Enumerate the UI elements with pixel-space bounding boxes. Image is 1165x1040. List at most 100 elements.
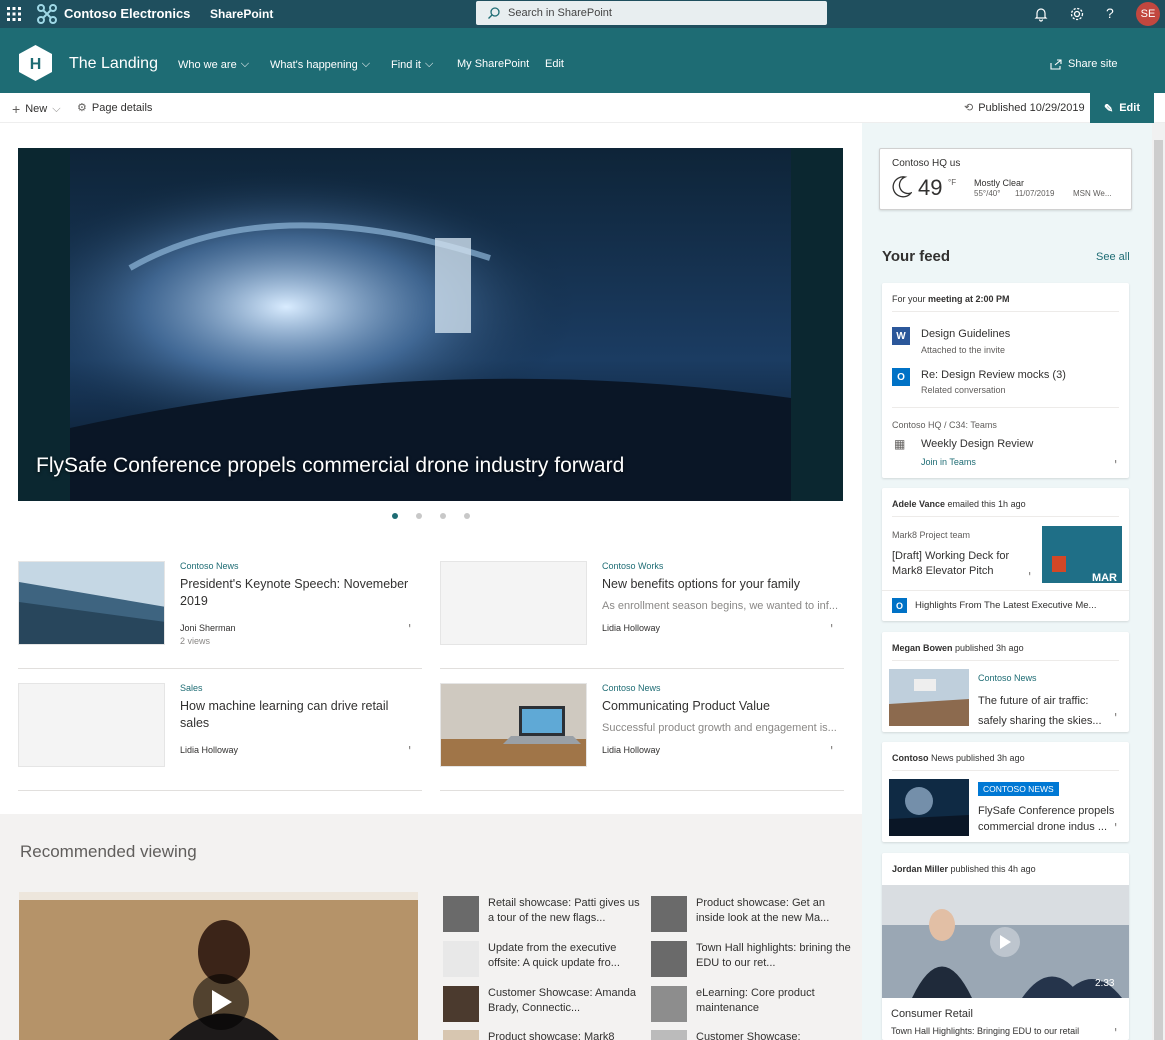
share-site-button[interactable]: Share site [1050, 58, 1118, 70]
recommended-item[interactable]: Town Hall highlights: brining the EDU to… [651, 941, 851, 981]
news-card[interactable]: Contoso News Communicating Product Value… [440, 683, 844, 783]
new-button[interactable]: + New ⌵ [12, 101, 61, 117]
play-icon[interactable] [193, 974, 249, 1030]
feed-actor[interactable]: Contoso [892, 753, 929, 763]
recommended-label[interactable]: Customer Showcase: Amanda Brady, Connect… [488, 986, 643, 1016]
nav-whats-happening[interactable]: What's happening ⌵ [270, 58, 370, 71]
play-icon[interactable] [990, 927, 1020, 957]
feed-email-card[interactable]: Adele Vance emailed this 1h ago Mark8 Pr… [882, 488, 1129, 621]
more-options-icon[interactable]: ... [406, 623, 418, 626]
recommended-label[interactable]: Retail showcase: Patti gives us a tour o… [488, 896, 643, 926]
news-card[interactable]: Contoso Works New benefits options for y… [440, 561, 844, 661]
featured-video[interactable] [19, 892, 418, 1040]
news-author[interactable]: Lidia Holloway [602, 623, 660, 633]
more-options-icon[interactable]: ... [1026, 571, 1038, 574]
help-icon[interactable]: ? [1106, 5, 1122, 21]
page-details-button[interactable]: ⚙ Page details [77, 101, 152, 115]
recommended-item[interactable]: Customer Showcase: Amanda Brady, Connect… [443, 986, 643, 1026]
scrollbar-thumb[interactable] [1154, 140, 1163, 1040]
nav-edit[interactable]: Edit [545, 58, 564, 70]
nav-label: What's happening [270, 58, 358, 71]
app-launcher-icon[interactable] [0, 0, 28, 28]
join-teams-link[interactable]: Join in Teams [921, 457, 976, 467]
search-box[interactable]: Search in SharePoint [476, 1, 827, 25]
recommended-item[interactable]: Product showcase: Mark8 [443, 1030, 643, 1040]
more-options-icon[interactable]: ... [1112, 712, 1124, 715]
video-thumbnail [443, 896, 479, 932]
feed-actor[interactable]: Megan Bowen [892, 643, 953, 653]
news-author[interactable]: Joni Sherman [180, 623, 236, 633]
video-thumbnail[interactable]: 2:33 [882, 885, 1129, 998]
carousel-dot-2[interactable] [416, 513, 422, 519]
news-title[interactable]: The future of air traffic: safely sharin… [978, 691, 1108, 731]
doc-title[interactable]: Design Guidelines [921, 328, 1010, 340]
feed-news-card[interactable]: Megan Bowen published 3h ago Contoso New… [882, 632, 1129, 732]
email-title[interactable]: [Draft] Working Deck for Mark8 Elevator … [892, 549, 1032, 579]
recommended-item[interactable]: Retail showcase: Patti gives us a tour o… [443, 896, 643, 936]
recommended-label[interactable]: Product showcase: Mark8 [488, 1030, 643, 1040]
carousel-dot-3[interactable] [440, 513, 446, 519]
news-category[interactable]: Contoso News [180, 561, 239, 571]
recommended-item[interactable]: eLearning: Core product maintenance [651, 986, 851, 1026]
more-options-icon[interactable]: ... [828, 623, 840, 626]
feed-actor[interactable]: Adele Vance [892, 499, 945, 509]
news-title[interactable]: FlySafe Conference propels commercial dr… [978, 803, 1116, 835]
nav-find-it[interactable]: Find it ⌵ [391, 58, 433, 71]
site-logo-icon[interactable]: H [19, 45, 52, 81]
news-title[interactable]: President's Keynote Speech: Novemeber 20… [180, 576, 418, 610]
recommended-label[interactable]: Customer Showcase: [696, 1030, 851, 1040]
more-options-icon[interactable]: ... [406, 745, 418, 748]
nav-my-sharepoint[interactable]: My SharePoint [457, 58, 529, 70]
news-category[interactable]: Contoso News [978, 673, 1037, 683]
recommended-label[interactable]: Product showcase: Get an inside look at … [696, 896, 851, 926]
recommended-label[interactable]: Town Hall highlights: brining the EDU to… [696, 941, 851, 971]
plus-icon: + [12, 101, 21, 117]
weather-card[interactable]: Contoso HQ us 49 °F Mostly Clear 55°/40°… [879, 148, 1132, 210]
weather-location: Contoso HQ us [892, 158, 961, 169]
more-options-icon[interactable]: ... [1112, 1027, 1124, 1030]
feed-video-card[interactable]: Jordan Miller published this 4h ago 2:33… [882, 853, 1129, 1040]
more-options-icon[interactable]: ... [1112, 822, 1124, 825]
hero-carousel[interactable]: FlySafe Conference propels commercial dr… [18, 148, 843, 501]
carousel-dot-4[interactable] [464, 513, 470, 519]
feed-news-card[interactable]: Contoso News published 3h ago CONTOSO NE… [882, 742, 1129, 842]
company-name[interactable]: Contoso Electronics [64, 6, 190, 21]
email-highlight[interactable]: Highlights From The Latest Executive Me.… [915, 600, 1096, 611]
doc-title[interactable]: Re: Design Review mocks (3) [921, 369, 1066, 381]
news-author[interactable]: Lidia Holloway [602, 745, 660, 755]
edit-page-button[interactable]: ✎ Edit [1090, 93, 1154, 123]
recommended-item[interactable]: Update from the executive offsite: A qui… [443, 941, 643, 981]
gear-icon[interactable] [1069, 6, 1085, 22]
see-all-link[interactable]: See all [1096, 251, 1130, 263]
news-category[interactable]: Contoso Works [602, 561, 663, 571]
avatar[interactable]: SE [1136, 2, 1160, 26]
recommended-label[interactable]: eLearning: Core product maintenance [696, 986, 851, 1016]
news-title[interactable]: How machine learning can drive retail sa… [180, 698, 418, 732]
hero-caption[interactable]: FlySafe Conference propels commercial dr… [36, 454, 624, 478]
news-category-badge[interactable]: CONTOSO NEWS [978, 782, 1059, 796]
feed-actor[interactable]: Jordan Miller [892, 864, 948, 874]
news-title[interactable]: Communicating Product Value [602, 698, 840, 715]
video-title[interactable]: Consumer Retail [891, 1008, 973, 1020]
recommended-item[interactable]: Product showcase: Get an inside look at … [651, 896, 851, 936]
site-title[interactable]: The Landing [69, 55, 158, 73]
recommended-item[interactable]: Customer Showcase: [651, 1030, 851, 1040]
news-category[interactable]: Contoso News [602, 683, 661, 693]
meeting-title[interactable]: Weekly Design Review [921, 438, 1033, 450]
feed-meeting-card[interactable]: For your meeting at 2:00 PM W Design Gui… [882, 283, 1129, 478]
more-options-icon[interactable]: ... [1112, 459, 1124, 462]
bell-icon[interactable] [1034, 6, 1050, 22]
news-card[interactable]: Contoso News President's Keynote Speech:… [18, 561, 422, 661]
recommended-label[interactable]: Update from the executive offsite: A qui… [488, 941, 643, 971]
news-card[interactable]: Sales How machine learning can drive ret… [18, 683, 422, 783]
news-author[interactable]: Lidia Holloway [180, 745, 238, 755]
published-status[interactable]: ⟲ Published 10/29/2019 [964, 101, 1085, 115]
news-category[interactable]: Sales [180, 683, 203, 693]
carousel-dot-1[interactable] [392, 513, 398, 519]
nav-who-we-are[interactable]: Who we are ⌵ [178, 58, 249, 71]
product-name[interactable]: SharePoint [210, 7, 273, 21]
divider [440, 790, 844, 791]
news-title[interactable]: New benefits options for your family [602, 576, 840, 593]
more-options-icon[interactable]: ... [828, 745, 840, 748]
weather-source[interactable]: MSN We... [1073, 189, 1112, 198]
